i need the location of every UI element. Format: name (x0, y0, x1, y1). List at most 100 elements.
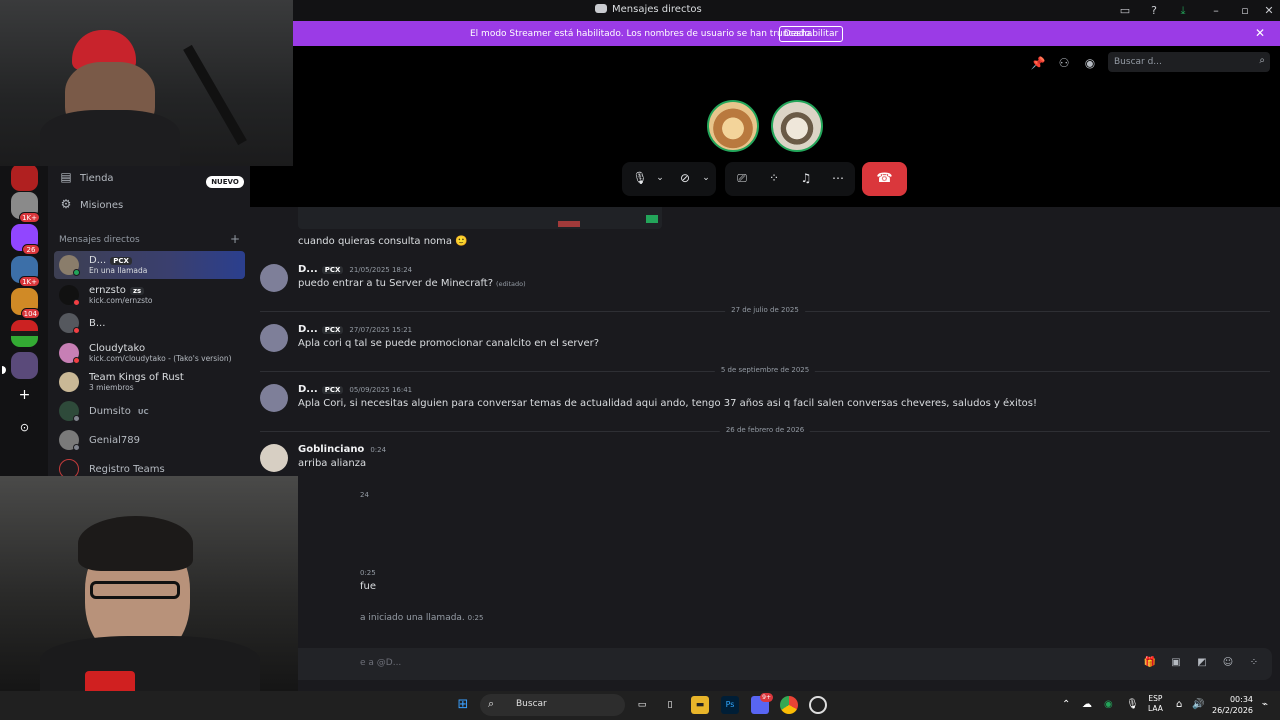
discord-icon (595, 4, 607, 13)
input-language[interactable]: ESP LAA (1148, 694, 1163, 714)
avatar[interactable] (260, 444, 288, 472)
help-icon[interactable]: ? (1146, 3, 1162, 18)
tray-chevron-icon[interactable]: ⌃ (1062, 699, 1070, 710)
shirt (40, 110, 180, 166)
clan-tag: UC (137, 408, 149, 416)
add-friends-icon[interactable]: ⚇ (1056, 56, 1072, 70)
dm-item[interactable]: Cloudytako kick.com/cloudytako - (Tako's… (54, 339, 245, 367)
dm-item[interactable]: Dumsito UC (54, 397, 245, 425)
server-rail: 1K+ 26 1K+ 104 + ⊙ (0, 164, 48, 476)
nav-quests[interactable]: ⚙ Misiones (58, 197, 248, 215)
task-view-icon[interactable]: ▭ (633, 696, 651, 714)
server-icon[interactable]: 1K+ (11, 256, 40, 287)
call-actions: ⎚ ⁘ ♫ ⋯ (725, 162, 855, 196)
search-input[interactable]: Buscar d... ⌕ (1108, 52, 1270, 72)
server-icon[interactable]: 1K+ (11, 192, 40, 223)
group-avatar (59, 372, 79, 392)
server-icon[interactable] (11, 352, 38, 379)
attachment-image[interactable] (298, 207, 662, 229)
call-system-message: a iniciado una llamada. 0:25 (360, 613, 484, 623)
sticker-icon[interactable]: ◩ (1195, 657, 1209, 671)
end-call-button[interactable]: ☎ (862, 162, 907, 196)
volume-icon[interactable]: 🔊 (1192, 699, 1204, 710)
notification-badge: 9+ (760, 693, 773, 702)
date-divider: 5 de septiembre de 2025 (260, 366, 1270, 374)
message-time: 0:25 (360, 569, 376, 577)
taskbar-search[interactable]: ⌕ Buscar (480, 694, 625, 716)
message-composer[interactable]: e a @D... 🎁 ▣ ◩ ☺ ⁘ (290, 648, 1272, 680)
nav-shop[interactable]: ▤ Tienda NUEVO (58, 170, 248, 188)
avatar[interactable] (260, 384, 288, 412)
onedrive-icon[interactable]: ☁ (1082, 699, 1092, 710)
discord-taskbar-icon[interactable]: 9+ (751, 693, 773, 714)
dm-item[interactable]: D... PCX En una llamada (54, 251, 245, 279)
unread-badge: 26 (22, 244, 40, 255)
file-explorer-icon[interactable]: ▬ (691, 696, 709, 714)
disable-streamer-button[interactable]: Deshabilitar (779, 26, 843, 42)
hair (78, 516, 193, 571)
dm-item[interactable]: Genial789 (54, 426, 245, 454)
gif-icon[interactable]: ▣ (1169, 657, 1183, 671)
mic-tray-icon[interactable]: 🎙 (1126, 699, 1139, 710)
new-badge: NUEVO (206, 176, 244, 188)
app-icon[interactable]: ▯ (661, 696, 679, 714)
window-title: Mensajes directos (595, 4, 702, 15)
tray-app-icon[interactable]: ◉ (1104, 699, 1113, 710)
message-text: fue (360, 581, 377, 592)
screen-share-icon[interactable]: ▭ (1117, 3, 1133, 18)
server-icon[interactable] (11, 320, 38, 347)
chevron-down-icon[interactable]: ⌄ (698, 170, 714, 186)
smile-emoji-icon: 🙂 (455, 236, 468, 247)
clan-tag: zs (129, 287, 145, 295)
add-server-icon[interactable]: + (11, 382, 38, 409)
date-divider: 27 de julio de 2025 (260, 306, 1270, 314)
system-clock[interactable]: 00:34 26/2/2026 (1212, 694, 1253, 716)
mic-camera-controls: 🎙 ⌄ ⊘ ⌄ (622, 162, 716, 196)
call-participant-avatar[interactable] (771, 100, 823, 152)
close-button[interactable]: ✕ (1261, 3, 1277, 18)
avatar[interactable] (260, 264, 288, 292)
notifications-icon[interactable]: ⌁ (1262, 699, 1268, 710)
discover-icon[interactable]: ⊙ (11, 414, 38, 441)
emoji-icon[interactable]: ☺ (1221, 657, 1235, 671)
dm-item[interactable]: ernzsto zs kick.com/ernzsto (54, 281, 245, 309)
server-icon[interactable]: 26 (11, 224, 40, 255)
obs-icon[interactable] (809, 696, 827, 714)
composer-placeholder: e a @D... (360, 658, 402, 668)
banner-close-icon[interactable]: ✕ (1255, 26, 1265, 40)
maximize-button[interactable]: ▫ (1237, 3, 1253, 18)
server-icon[interactable] (11, 164, 38, 191)
user-profile-icon[interactable]: ◉ (1082, 56, 1098, 70)
screen-share-icon[interactable]: ⎚ (734, 170, 750, 186)
start-icon[interactable]: ⊞ (454, 696, 472, 714)
minimize-button[interactable]: – (1208, 3, 1224, 18)
dm-item[interactable]: B... (54, 309, 245, 337)
dm-panel: ▤ Tienda NUEVO ⚙ Misiones Mensajes directos… (48, 166, 250, 479)
unread-badge: 1K+ (19, 212, 40, 223)
chrome-icon[interactable] (780, 696, 798, 714)
webcam-overlay (0, 0, 293, 166)
camera-off-icon[interactable]: ⊘ (677, 170, 693, 186)
mic-arm (183, 44, 247, 146)
network-icon[interactable]: ⌂ (1176, 699, 1182, 710)
chat-area: cuando quieras consulta noma 🙂 D... PCX 21… (250, 207, 1280, 685)
new-dm-icon[interactable]: + (230, 232, 240, 246)
webcam-overlay (0, 476, 298, 691)
banner-text: El modo Streamer está habilitado. Los no… (470, 29, 813, 39)
microphone-icon[interactable]: 🎙 (632, 170, 648, 186)
pin-icon[interactable]: 📌 (1030, 56, 1046, 70)
download-icon[interactable]: ⤓ (1175, 3, 1191, 18)
message-time: 24 (360, 491, 369, 499)
more-options-icon[interactable]: ⋯ (830, 170, 846, 186)
avatar[interactable] (260, 324, 288, 352)
dm-item[interactable]: Team Kings of Rust 3 miembros (54, 368, 245, 396)
photoshop-icon[interactable]: Ps (721, 696, 739, 714)
unread-badge: 104 (20, 308, 40, 319)
gift-icon[interactable]: 🎁 (1143, 657, 1157, 671)
call-participant-avatar[interactable] (707, 100, 759, 152)
apps-icon[interactable]: ⁘ (1247, 657, 1261, 671)
soundboard-icon[interactable]: ♫ (798, 170, 814, 186)
chevron-down-icon[interactable]: ⌄ (652, 170, 668, 186)
server-icon[interactable]: 104 (11, 288, 40, 319)
activities-icon[interactable]: ⁘ (766, 170, 782, 186)
